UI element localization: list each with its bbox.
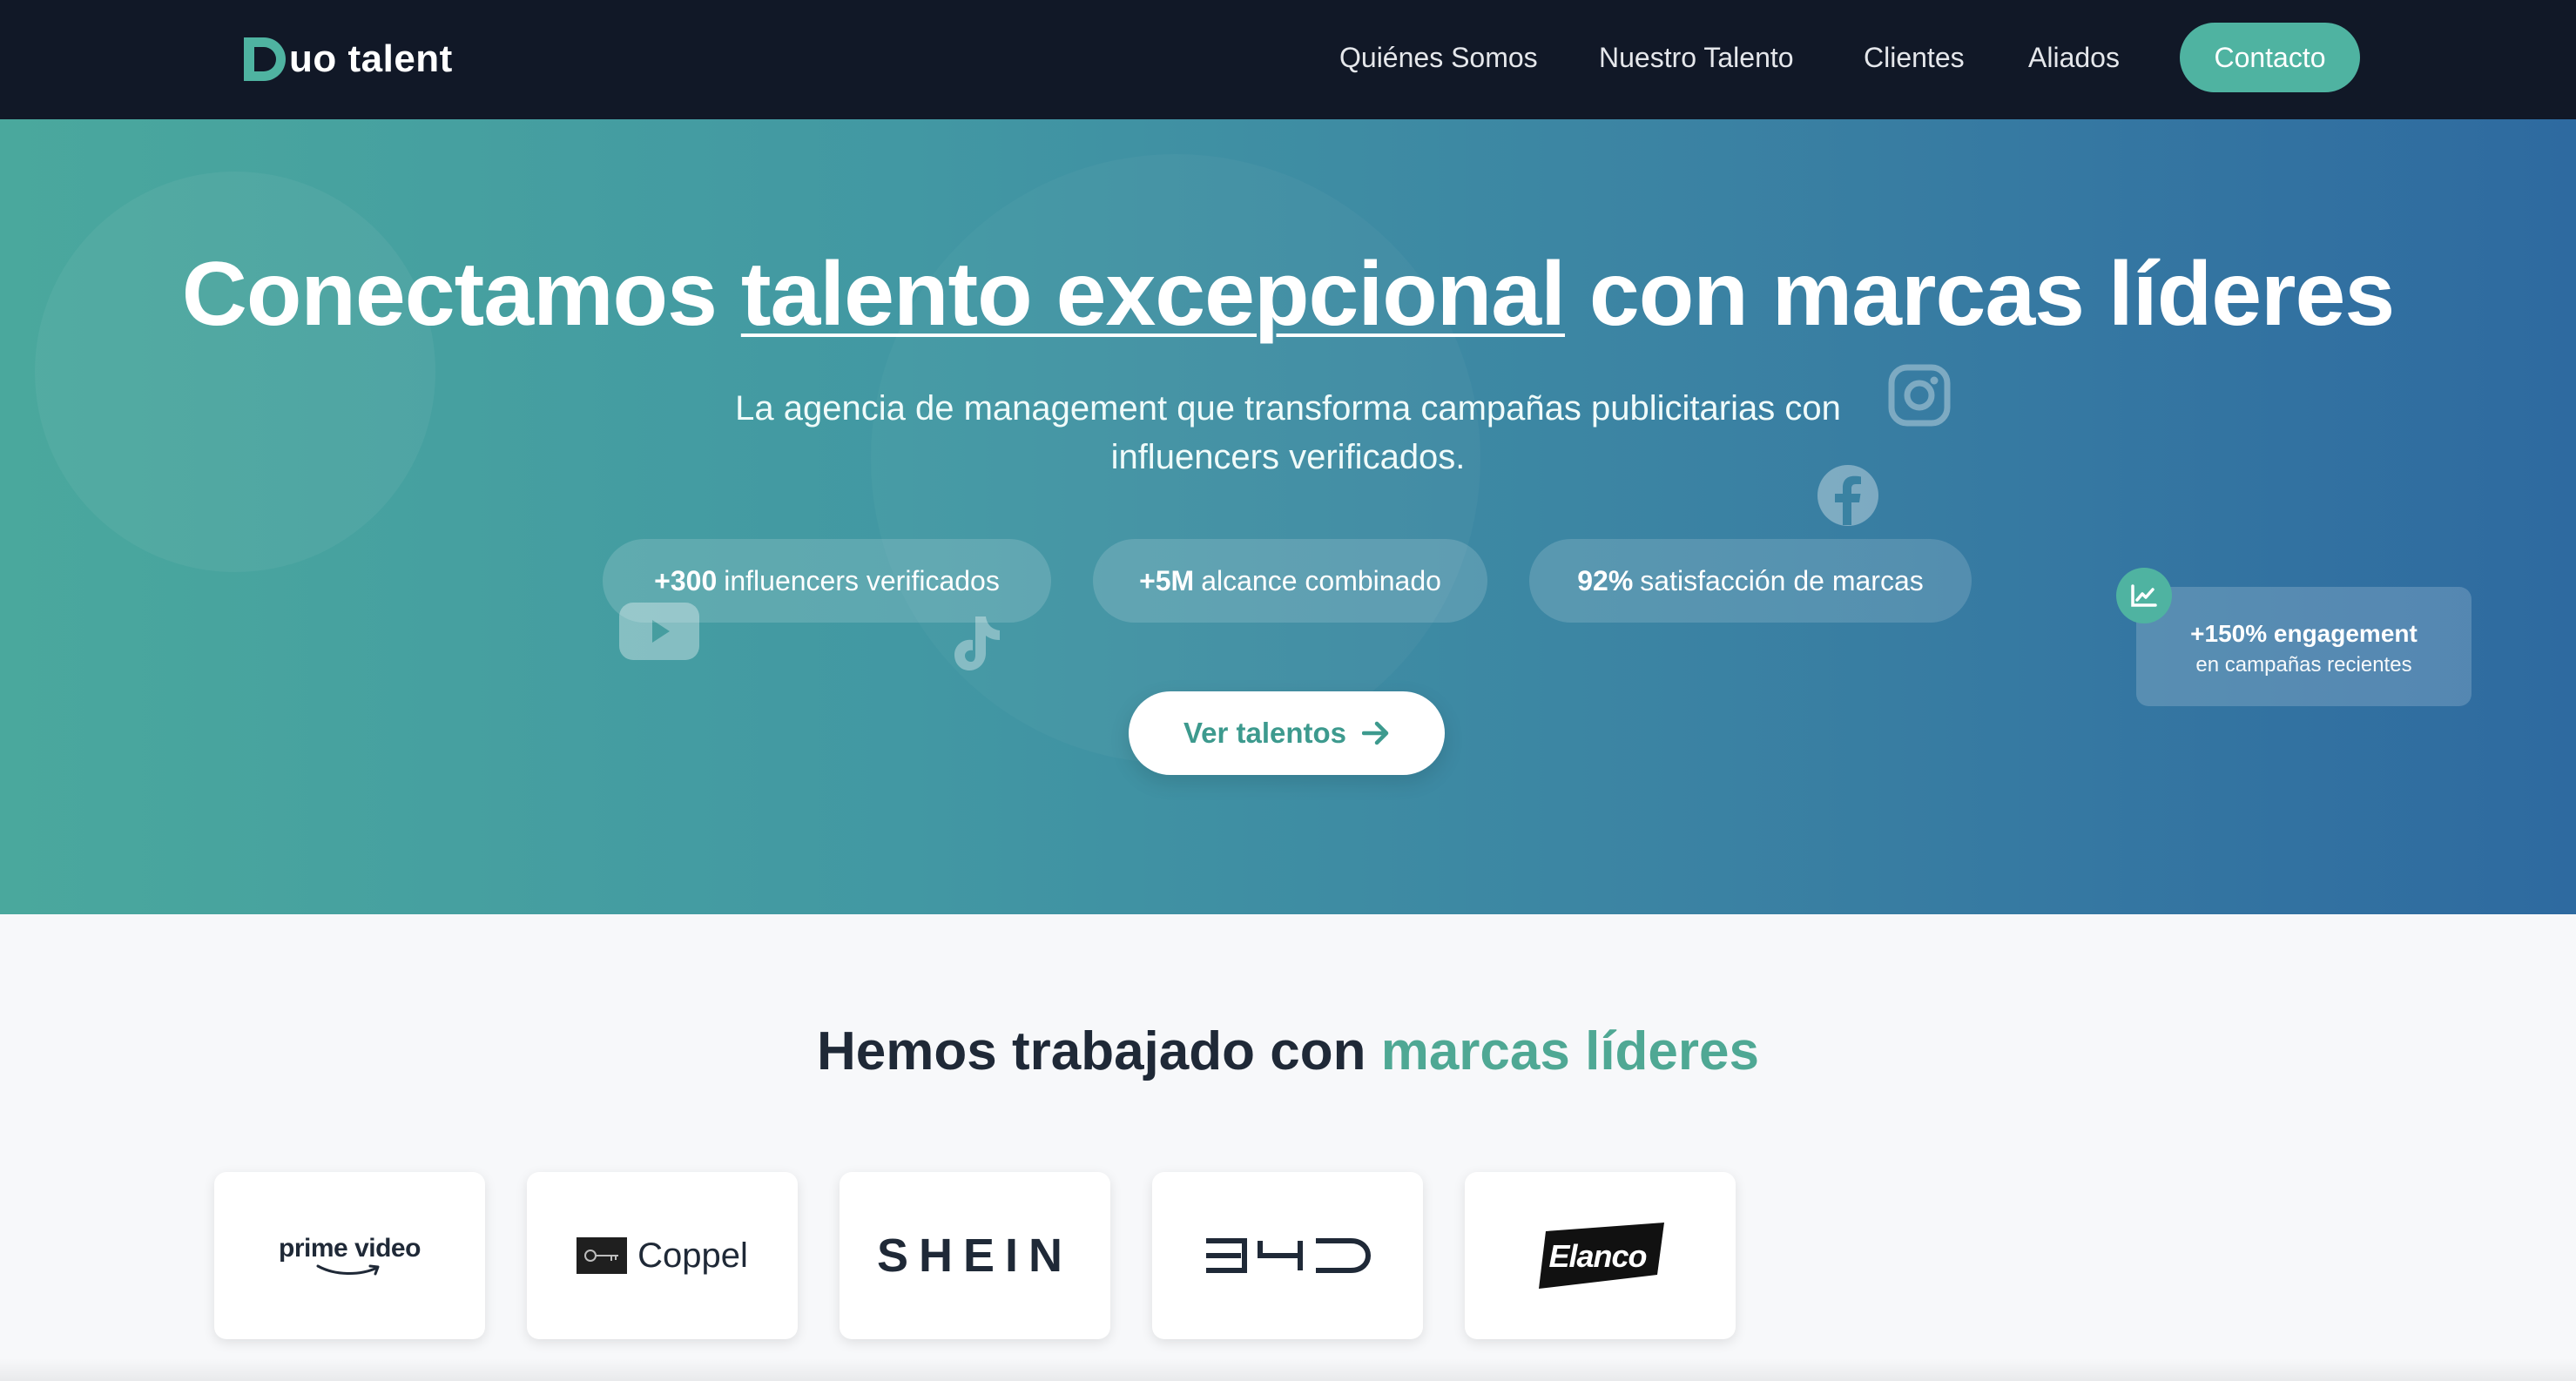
brand-logo-text: prime video (279, 1234, 421, 1263)
hero-section: Conectamos talento excepcional con marca… (0, 119, 2576, 914)
nav-link-aliados[interactable]: Aliados (2028, 38, 2120, 77)
brand-card-elanco: Elanco (1465, 1172, 1736, 1339)
nav-link-quienes-somos[interactable]: Quiénes Somos (1339, 38, 1538, 77)
brand-card-byd (1152, 1172, 1423, 1339)
stat-value: +5M (1139, 564, 1195, 596)
brand-card-coppel: Coppel (527, 1172, 798, 1339)
elanco-logo: Elanco (1535, 1223, 1666, 1289)
engagement-title: +150% engagement (2190, 620, 2418, 647)
brand-logo-text: Coppel (637, 1236, 748, 1275)
smile-arrow-icon (316, 1264, 380, 1276)
hero-subtitle-line: La agencia de management que transforma … (735, 389, 1841, 428)
stat-influencers: +300 influencers verificados (603, 539, 1051, 623)
stat-value: 92% (1577, 564, 1634, 596)
hero-title-highlight: talento excepcional (740, 244, 1566, 345)
logo-text: uo talent (289, 37, 453, 80)
stat-satisfaction: 92% satisfacción de marcas (1529, 539, 1972, 623)
brand-card-shein: SHEIN (840, 1172, 1110, 1339)
logo[interactable]: uo talent (244, 33, 453, 85)
engagement-subtitle: en campañas recientes (2195, 653, 2412, 677)
trend-chart-icon (2116, 568, 2172, 623)
top-nav: uo talent Quiénes Somos Nuestro Talento … (0, 0, 2576, 119)
nav-link-nuestro-talento[interactable]: Nuestro Talento (1599, 38, 1794, 77)
hero-title: Conectamos talento excepcional con marca… (0, 243, 2576, 347)
coppel-logo: Coppel (577, 1236, 748, 1276)
brands-title: Hemos trabajado con marcas líderes (0, 1021, 2576, 1082)
brand-logo-text: Elanco (1548, 1238, 1648, 1274)
hero-title-part: con marcas líderes (1565, 244, 2395, 345)
engagement-card: +150% engagement en campañas recientes (2136, 587, 2471, 706)
hero-title-part: Conectamos (181, 244, 741, 345)
nav-link-clientes[interactable]: Clientes (1864, 38, 1965, 77)
stat-label: influencers verificados (724, 564, 1000, 596)
key-icon (577, 1237, 628, 1274)
contact-button[interactable]: Contacto (2180, 23, 2360, 92)
prime-video-logo: prime video (279, 1234, 421, 1277)
hero-subtitle: La agencia de management que transforma … (678, 384, 1898, 482)
view-talents-label: Ver talentos (1183, 717, 1347, 749)
stat-value: +300 (654, 564, 718, 596)
stat-label: satisfacción de marcas (1640, 564, 1924, 596)
stat-reach: +5M alcance combinado (1093, 539, 1487, 623)
facebook-icon (1817, 465, 1878, 526)
brand-card-prime-video: prime video (214, 1172, 485, 1339)
byd-logo (1205, 1238, 1371, 1273)
section-divider-shadow (0, 1358, 2576, 1381)
instagram-icon (1888, 364, 1951, 427)
brands-title-part: Hemos trabajado con (816, 1021, 1381, 1081)
hero-subtitle-line: influencers verificados. (1110, 438, 1466, 476)
stat-label: alcance combinado (1201, 564, 1441, 596)
view-talents-button[interactable]: Ver talentos (1129, 691, 1445, 775)
decorative-blob (35, 172, 435, 572)
brands-title-accent: marcas líderes (1380, 1021, 1759, 1081)
logo-mark-icon (244, 37, 286, 81)
arrow-right-icon (1362, 721, 1389, 745)
shein-logo: SHEIN (876, 1229, 1074, 1282)
